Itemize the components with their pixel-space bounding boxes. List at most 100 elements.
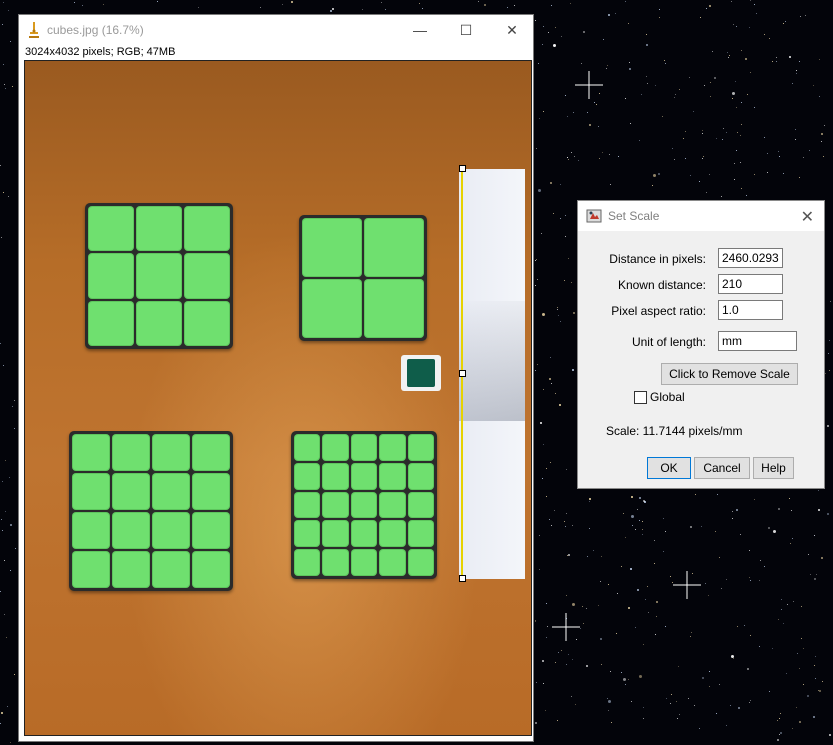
star (575, 704, 577, 706)
star (554, 26, 556, 28)
star (699, 180, 701, 182)
star (818, 59, 820, 61)
star (642, 534, 644, 536)
image-canvas[interactable] (24, 60, 532, 736)
star (627, 606, 630, 609)
dialog-titlebar[interactable]: Set Scale ✕ (578, 201, 824, 231)
star (647, 83, 649, 85)
star (1, 519, 3, 521)
set-scale-dialog[interactable]: Set Scale ✕ Distance in pixels: Known di… (577, 200, 825, 489)
pixel-aspect-ratio-field[interactable] (718, 300, 783, 320)
line-handle-middle[interactable] (459, 370, 466, 377)
cube-4x4 (69, 431, 233, 591)
star (748, 576, 750, 578)
star (551, 524, 553, 526)
star (102, 3, 104, 5)
star (655, 84, 657, 86)
cube-tile (184, 300, 230, 346)
star (557, 306, 559, 308)
star (534, 621, 536, 623)
cube-tile (136, 206, 182, 252)
image-window[interactable]: cubes.jpg (16.7%) — ☐ ✕ 3024x4032 pixels… (18, 14, 534, 742)
star (9, 41, 11, 43)
star (3, 365, 5, 367)
star (536, 148, 538, 150)
star (664, 63, 666, 65)
star (800, 16, 802, 18)
star (81, 4, 83, 6)
star (549, 357, 551, 359)
cube-tile (407, 434, 434, 461)
star (608, 699, 612, 703)
small-green-die (401, 355, 441, 391)
star (694, 494, 696, 496)
star (795, 73, 797, 75)
star (568, 159, 570, 161)
cancel-button[interactable]: Cancel (694, 457, 750, 479)
cube-tile (407, 549, 434, 576)
star (588, 528, 590, 530)
star (669, 703, 671, 705)
cube-tile (350, 434, 378, 461)
star (777, 508, 780, 510)
cube-tile (350, 549, 378, 576)
star (535, 619, 537, 621)
star (552, 213, 554, 215)
pixel-aspect-ratio-label: Pixel aspect ratio: (611, 304, 706, 318)
star (643, 707, 645, 709)
star (549, 377, 552, 380)
star (759, 560, 761, 562)
star (676, 700, 678, 702)
global-checkbox[interactable] (634, 391, 647, 404)
minimize-icon: — (413, 22, 427, 38)
star (566, 618, 568, 620)
star (763, 137, 765, 139)
star (5, 637, 7, 639)
line-handle-bottom[interactable] (459, 575, 466, 582)
star (669, 576, 671, 578)
distance-in-pixels-field[interactable] (718, 248, 783, 268)
star (2, 63, 4, 65)
help-button[interactable]: Help (753, 457, 794, 479)
star (678, 714, 680, 716)
close-button[interactable]: ✕ (489, 15, 535, 45)
star (537, 63, 539, 65)
star (826, 425, 829, 428)
star (772, 61, 774, 63)
star (539, 117, 541, 119)
star (768, 37, 770, 39)
star (630, 567, 633, 570)
cube-5x5 (291, 431, 437, 579)
star (759, 580, 761, 582)
line-handle-top[interactable] (459, 165, 466, 172)
cube-tile (364, 279, 424, 338)
cube-tile (152, 551, 190, 588)
star (788, 55, 791, 58)
ok-button[interactable]: OK (647, 457, 691, 479)
star (545, 636, 547, 638)
star (634, 626, 636, 628)
star (759, 646, 761, 648)
minimize-button[interactable]: — (397, 15, 443, 45)
star (606, 698, 608, 700)
star (645, 598, 647, 600)
unit-of-length-field[interactable] (718, 331, 797, 351)
star (548, 31, 550, 33)
cube-tile (88, 300, 134, 346)
star (14, 547, 16, 549)
remove-scale-button[interactable]: Click to Remove Scale (661, 363, 798, 385)
maximize-button[interactable]: ☐ (443, 15, 489, 45)
star (715, 712, 717, 714)
dialog-close-icon[interactable]: ✕ (801, 207, 814, 227)
star (10, 569, 12, 571)
star (731, 92, 735, 95)
image-window-titlebar[interactable]: cubes.jpg (16.7%) — ☐ ✕ (19, 15, 533, 45)
star (655, 600, 658, 603)
star (362, 8, 364, 10)
cube-tile (379, 462, 406, 490)
bright-star (686, 584, 688, 586)
known-distance-field[interactable] (718, 274, 783, 294)
star (478, 1, 480, 3)
star (572, 602, 576, 606)
star (3, 83, 5, 85)
